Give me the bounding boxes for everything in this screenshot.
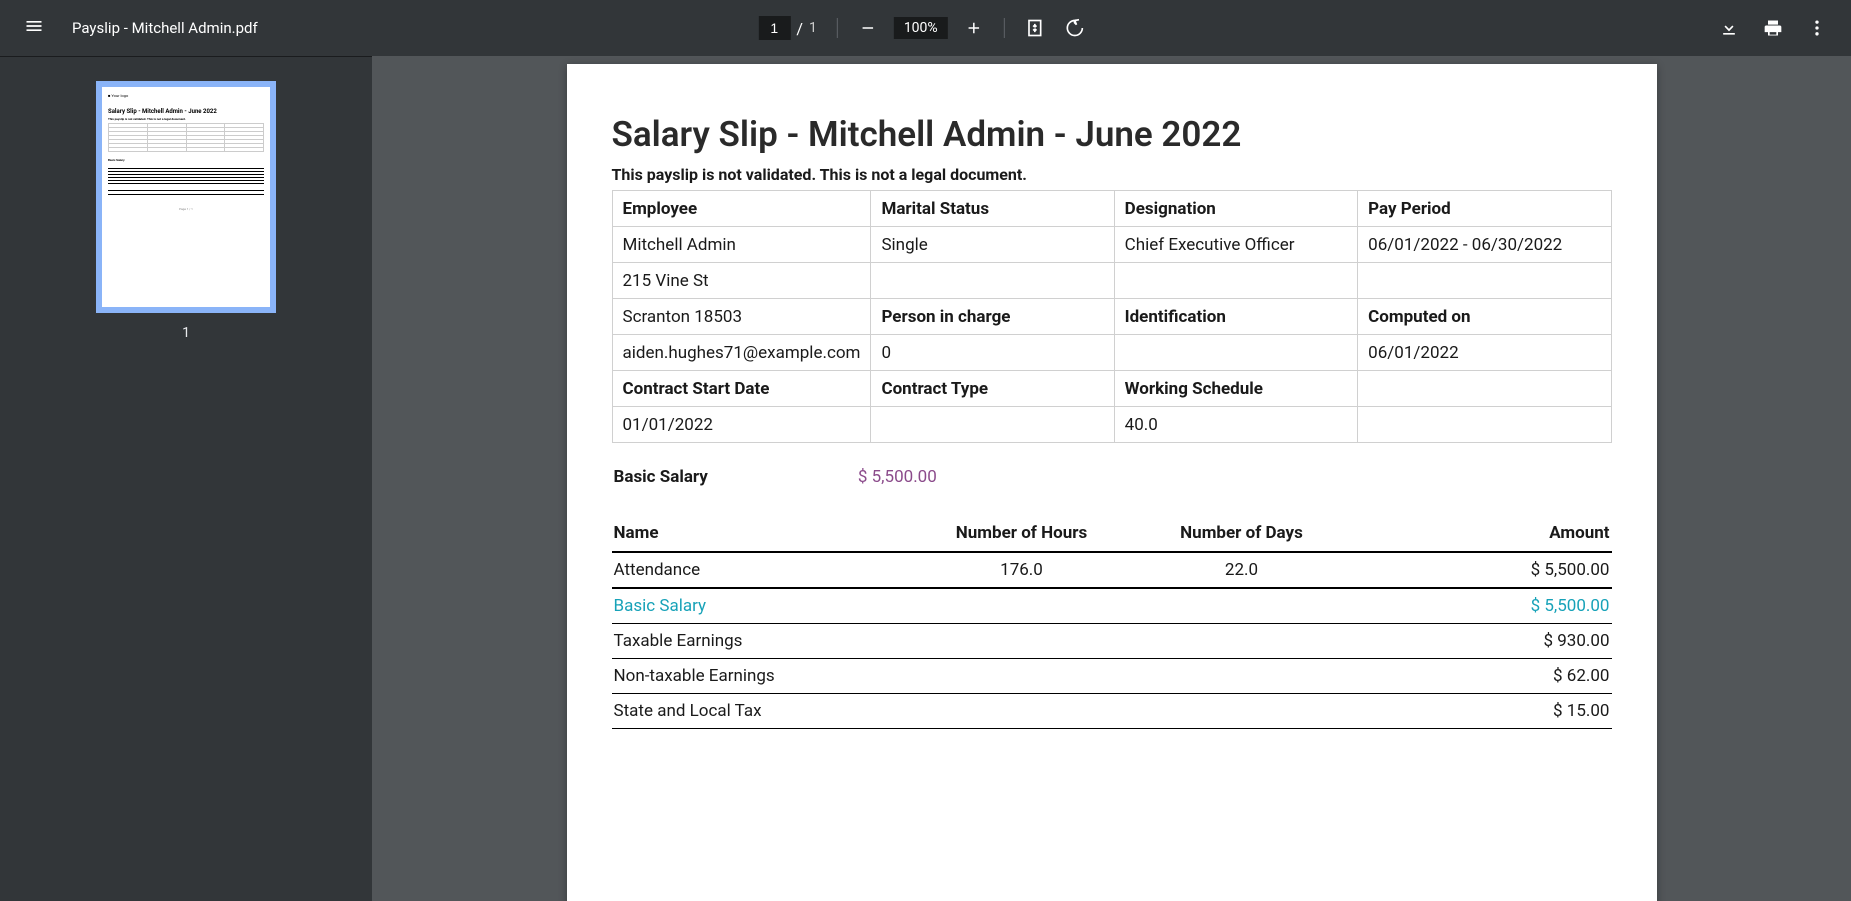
row-name: State and Local Tax: [612, 694, 912, 729]
pdf-toolbar: Payslip - Mitchell Admin.pdf / 1 100%: [0, 0, 1851, 56]
row-amount: $ 930.00: [1352, 624, 1612, 659]
rotate-button[interactable]: [1057, 10, 1093, 46]
designation-header: Designation: [1114, 191, 1358, 227]
row-name: Attendance: [612, 552, 912, 588]
row-hours: [912, 694, 1132, 729]
page-total: 1: [809, 20, 817, 36]
pdf-page: Salary Slip - Mitchell Admin - June 2022…: [567, 64, 1657, 901]
page-thumbnail[interactable]: ■ Your logo Salary Slip - Mitchell Admin…: [96, 81, 276, 313]
col-days: Number of Days: [1132, 515, 1352, 552]
zoom-level: 100%: [894, 17, 948, 39]
identification-value: [1114, 335, 1358, 371]
fit-page-icon: [1025, 18, 1045, 38]
employee-header: Employee: [612, 191, 871, 227]
thumbnail-sidebar: ■ Your logo Salary Slip - Mitchell Admin…: [0, 56, 372, 901]
row-name: Non-taxable Earnings: [612, 659, 912, 694]
page-number-input[interactable]: [758, 16, 790, 40]
computed-on-value: 06/01/2022: [1358, 335, 1611, 371]
basic-salary-row: Basic Salary $ 5,500.00: [612, 467, 1612, 487]
zoom-in-button[interactable]: [956, 10, 992, 46]
row-hours: 176.0: [912, 552, 1132, 588]
address-line2: Scranton 18503: [612, 299, 871, 335]
payperiod-header: Pay Period: [1358, 191, 1611, 227]
designation-value: Chief Executive Officer: [1114, 227, 1358, 263]
toolbar-divider: [1004, 18, 1005, 38]
row-days: [1132, 659, 1352, 694]
earnings-row: State and Local Tax $ 15.00: [612, 694, 1612, 729]
col-amount: Amount: [1352, 515, 1612, 552]
earnings-row: Attendance 176.0 22.0 $ 5,500.00: [612, 552, 1612, 588]
more-vert-icon: [1807, 18, 1827, 38]
fit-page-button[interactable]: [1017, 10, 1053, 46]
marital-header: Marital Status: [871, 191, 1114, 227]
thumbnail-page-number: 1: [182, 325, 190, 341]
minus-icon: [859, 19, 877, 37]
contract-type-value: [871, 407, 1114, 443]
hamburger-icon: [24, 16, 44, 36]
page-indicator: / 1: [758, 16, 824, 40]
validation-warning: This payslip is not validated. This is n…: [612, 165, 1612, 184]
row-days: 22.0: [1132, 552, 1352, 588]
computed-on-header: Computed on: [1358, 299, 1611, 335]
marital-value: Single: [871, 227, 1114, 263]
row-amount: $ 5,500.00: [1352, 588, 1612, 624]
payperiod-value: 06/01/2022 - 06/30/2022: [1358, 227, 1611, 263]
download-icon: [1719, 18, 1739, 38]
page-separator: /: [796, 19, 803, 38]
employee-value: Mitchell Admin: [612, 227, 871, 263]
earnings-row: Taxable Earnings $ 930.00: [612, 624, 1612, 659]
more-button[interactable]: [1799, 10, 1835, 46]
download-button[interactable]: [1711, 10, 1747, 46]
zoom-out-button[interactable]: [850, 10, 886, 46]
contract-start-header: Contract Start Date: [612, 371, 871, 407]
basic-salary-label: Basic Salary: [614, 467, 708, 487]
plus-icon: [965, 19, 983, 37]
row-name: Basic Salary: [612, 588, 912, 624]
basic-salary-amount: $ 5,500.00: [858, 467, 937, 487]
row-name: Taxable Earnings: [612, 624, 912, 659]
working-schedule-header: Working Schedule: [1114, 371, 1358, 407]
row-amount: $ 5,500.00: [1352, 552, 1612, 588]
row-days: [1132, 588, 1352, 624]
payslip-title: Salary Slip - Mitchell Admin - June 2022: [612, 114, 1612, 155]
earnings-row: Non-taxable Earnings $ 62.00: [612, 659, 1612, 694]
earnings-row: Basic Salary $ 5,500.00: [612, 588, 1612, 624]
employee-info-table: Employee Marital Status Designation Pay …: [612, 190, 1612, 443]
col-hours: Number of Hours: [912, 515, 1132, 552]
main-area: ■ Your logo Salary Slip - Mitchell Admin…: [0, 56, 1851, 901]
working-schedule-value: 40.0: [1114, 407, 1358, 443]
menu-button[interactable]: [16, 8, 52, 48]
document-title: Payslip - Mitchell Admin.pdf: [72, 19, 258, 37]
email-value: aiden.hughes71@example.com: [612, 335, 871, 371]
row-days: [1132, 624, 1352, 659]
print-icon: [1763, 18, 1783, 38]
row-hours: [912, 624, 1132, 659]
toolbar-right: [1711, 10, 1835, 46]
col-name: Name: [612, 515, 912, 552]
row-days: [1132, 694, 1352, 729]
toolbar-divider: [837, 18, 838, 38]
row-hours: [912, 659, 1132, 694]
earnings-table: Name Number of Hours Number of Days Amou…: [612, 515, 1612, 729]
row-amount: $ 62.00: [1352, 659, 1612, 694]
rotate-icon: [1065, 18, 1085, 38]
page-viewer[interactable]: Salary Slip - Mitchell Admin - June 2022…: [372, 56, 1851, 901]
contract-start-value: 01/01/2022: [612, 407, 871, 443]
row-amount: $ 15.00: [1352, 694, 1612, 729]
contract-type-header: Contract Type: [871, 371, 1114, 407]
row-hours: [912, 588, 1132, 624]
print-button[interactable]: [1755, 10, 1791, 46]
person-in-charge-value: 0: [871, 335, 1114, 371]
identification-header: Identification: [1114, 299, 1358, 335]
toolbar-center: / 1 100%: [758, 10, 1092, 46]
person-in-charge-header: Person in charge: [871, 299, 1114, 335]
address-line1: 215 Vine St: [612, 263, 871, 299]
